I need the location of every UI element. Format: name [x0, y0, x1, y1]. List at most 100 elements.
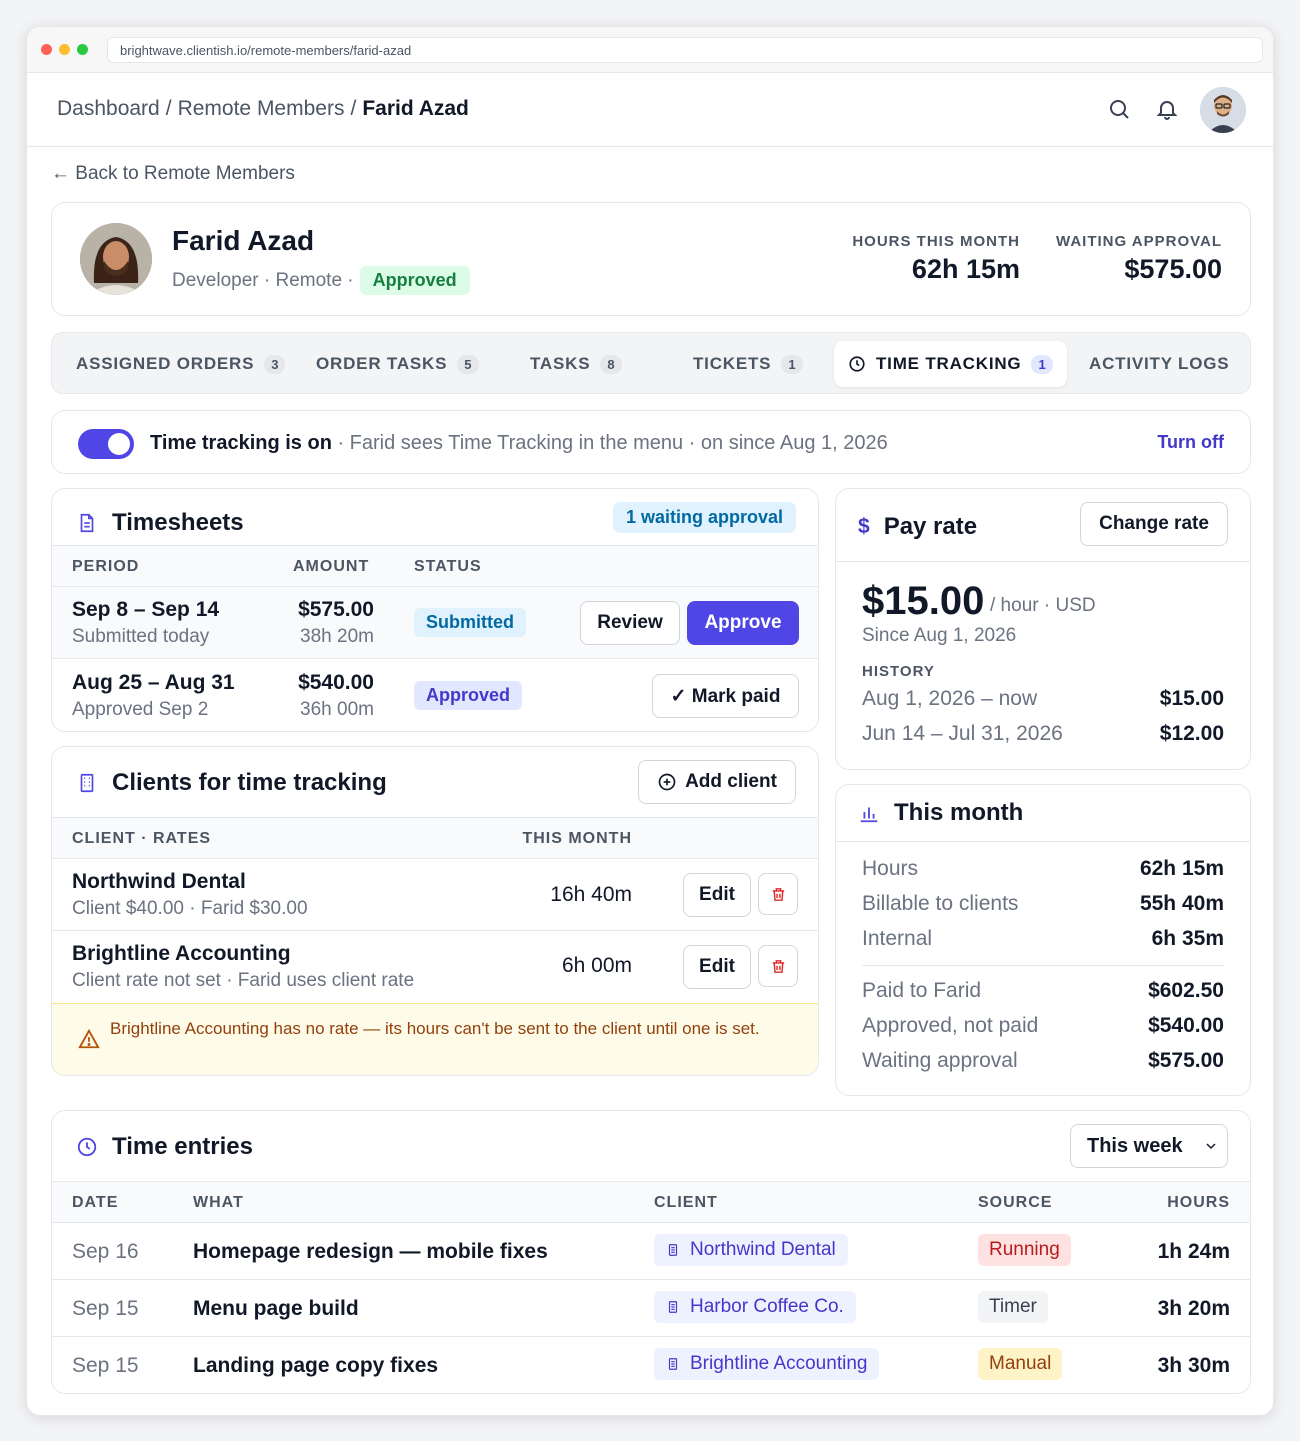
column-this-month: THIS MONTH [522, 830, 632, 847]
entry-date: Sep 16 [72, 1240, 139, 1263]
timesheets-heading: Timesheets [76, 509, 244, 537]
turn-off-button[interactable]: Turn off [1157, 432, 1224, 453]
edit-client-button[interactable]: Edit [683, 945, 751, 989]
column-source: SOURCE [978, 1194, 1053, 1211]
timesheet-row: Sep 8 – Sep 14 Submitted today $575.00 3… [52, 587, 818, 659]
time-entry-row[interactable]: Sep 15 Landing page copy fixes Brightlin… [52, 1337, 1250, 1393]
pay-rate-heading: $ Pay rate [858, 513, 977, 541]
time-entries-card: Time entries This week DATE WHAT CLIENT … [51, 1110, 1251, 1394]
approve-button[interactable]: Approve [687, 601, 799, 645]
waiting-approval-stat: WAITING APPROVAL $575.00 [1056, 233, 1222, 285]
month-billable-value: 55h 40m [1139, 892, 1224, 915]
member-profile-card: Farid Azad Developer · Remote · Approved… [51, 202, 1251, 316]
column-client-rates: CLIENT · RATES [72, 830, 212, 847]
edit-client-button[interactable]: Edit [683, 873, 751, 917]
breadcrumb-current: Farid Azad [362, 97, 469, 120]
tab-count: 3 [264, 354, 286, 374]
tab-count: 5 [457, 354, 479, 374]
stat-value: $575.00 [1124, 254, 1222, 284]
tab-count: 8 [600, 354, 622, 374]
tab-label: ACTIVITY LOGS [1089, 354, 1230, 373]
breadcrumb-dashboard[interactable]: Dashboard [57, 97, 160, 120]
column-date: DATE [72, 1194, 119, 1211]
column-status: STATUS [414, 558, 482, 575]
entry-client-name: Harbor Coffee Co. [690, 1296, 844, 1317]
entry-hours: 1h 24m [1157, 1240, 1230, 1263]
time-tracking-title: Time tracking is on [150, 432, 332, 454]
back-to-remote-members-link[interactable]: ← Back to Remote Members [51, 163, 295, 185]
entry-date: Sep 15 [72, 1354, 139, 1377]
client-rates: Client rate not set · Farid uses client … [72, 970, 415, 991]
bell-icon[interactable] [1155, 97, 1179, 121]
document-icon [80, 513, 94, 533]
delete-client-button[interactable] [758, 873, 798, 915]
close-window-dot[interactable] [41, 44, 52, 55]
time-entry-row[interactable]: Sep 16 Homepage redesign — mobile fixes … [52, 1223, 1250, 1280]
status-badge: Submitted [414, 608, 526, 637]
review-button[interactable]: Review [580, 601, 680, 645]
tab-label: TIME TRACKING [876, 354, 1022, 373]
tab-activity-logs[interactable]: ACTIVITY LOGS [1075, 341, 1243, 387]
entry-client-tag[interactable]: Northwind Dental [654, 1234, 848, 1266]
timesheet-amount: $540.00 [298, 671, 374, 694]
hours-this-month-stat: HOURS THIS MONTH 62h 15m [852, 233, 1020, 285]
time-tracking-detail: · Farid sees Time Tracking in the menu ·… [331, 432, 888, 454]
entry-date: Sep 15 [72, 1297, 139, 1320]
entry-source-badge: Running [978, 1234, 1071, 1266]
time-entry-row[interactable]: Sep 15 Menu page build Harbor Coffee Co.… [52, 1280, 1250, 1337]
entry-client-tag[interactable]: Harbor Coffee Co. [654, 1291, 856, 1323]
timesheet-period: Aug 25 – Aug 31 [72, 671, 235, 694]
maximize-window-dot[interactable] [77, 44, 88, 55]
building-icon [668, 1244, 678, 1256]
add-client-label: Add client [685, 771, 777, 792]
delete-client-button[interactable] [758, 945, 798, 987]
pay-rate-amount: $15.00 [862, 579, 985, 623]
clock-icon [849, 356, 865, 372]
mark-paid-button[interactable]: ✓ Mark paid [652, 674, 799, 718]
approved-not-paid-label: Approved, not paid [862, 1014, 1039, 1037]
month-hours-label: Hours [862, 857, 919, 880]
history-label: HISTORY [862, 663, 935, 680]
url-bar[interactable]: brightwave.clientish.io/remote-members/f… [107, 37, 1263, 63]
browser-toolbar: brightwave.clientish.io/remote-members/f… [27, 27, 1273, 73]
month-internal-label: Internal [862, 927, 933, 950]
entry-source-badge: Manual [978, 1348, 1063, 1380]
time-tracking-toggle[interactable] [78, 429, 134, 459]
minimize-window-dot[interactable] [59, 44, 70, 55]
tab-count: 1 [1031, 354, 1053, 374]
entry-description: Landing page copy fixes [193, 1354, 439, 1377]
entry-source-badge: Timer [978, 1291, 1048, 1323]
user-avatar[interactable] [1200, 87, 1246, 133]
divider [836, 841, 1250, 842]
breadcrumb-remote-members[interactable]: Remote Members [178, 97, 345, 120]
column-hours: HOURS [1167, 1194, 1230, 1211]
time-entries-heading: Time entries [76, 1133, 253, 1161]
timesheet-hours: 36h 00m [300, 699, 374, 720]
pay-rate-since: Since Aug 1, 2026 [862, 625, 1017, 646]
divider [836, 561, 1250, 562]
tab-tasks[interactable]: TASKS 8 [516, 341, 636, 387]
change-rate-button[interactable]: Change rate [1080, 502, 1228, 546]
month-billable-label: Billable to clients [862, 892, 1019, 915]
this-month-heading: This month [858, 799, 1023, 827]
column-period: PERIOD [72, 558, 140, 575]
entry-hours: 3h 30m [1157, 1354, 1230, 1377]
paid-label: Paid to Farid [862, 979, 982, 1002]
month-internal-value: 6h 35m [1151, 927, 1224, 950]
entry-client-tag[interactable]: Brightline Accounting [654, 1348, 880, 1380]
stat-label: WAITING APPROVAL [1056, 233, 1222, 250]
client-row: Brightline Accounting Client rate not se… [52, 931, 818, 1003]
warning-icon [78, 1028, 100, 1049]
tab-tickets[interactable]: TICKETS 1 [679, 341, 817, 387]
tab-time-tracking[interactable]: TIME TRACKING 1 [834, 341, 1067, 387]
timesheet-period: Sep 8 – Sep 14 [72, 598, 220, 621]
tab-assigned-orders[interactable]: ASSIGNED ORDERS 3 [62, 341, 299, 387]
chevron-down-icon [1206, 1143, 1216, 1150]
tab-order-tasks[interactable]: ORDER TASKS 5 [302, 341, 493, 387]
add-client-button[interactable]: Add client [638, 760, 796, 804]
paid-value: $602.50 [1148, 979, 1224, 1002]
client-month-hours: 6h 00m [561, 954, 632, 977]
period-filter-select[interactable]: This week [1070, 1124, 1228, 1168]
clients-title: Clients for time tracking [112, 769, 387, 796]
search-icon[interactable] [1107, 97, 1131, 121]
